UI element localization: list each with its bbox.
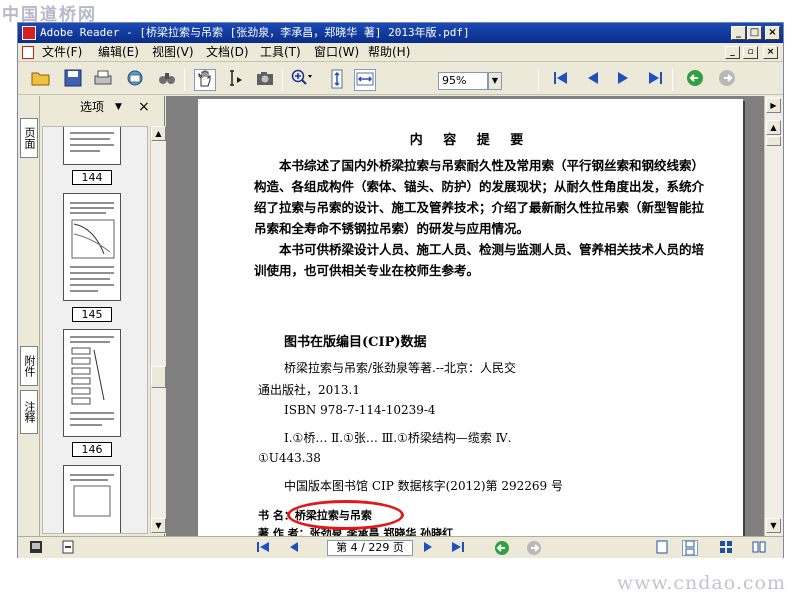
menu-bar: 文件(F) 编辑(E) 视图(V) 文档(D) 工具(T) 窗口(W) 帮助(H… [18, 43, 783, 62]
snapshot-camera-icon[interactable] [254, 69, 276, 91]
cip-line: 桥梁拉索与吊索/张劲泉等著.--北京：人民交 [284, 361, 516, 375]
toolbar-separator [538, 69, 539, 91]
display-mode-icon[interactable] [28, 540, 44, 556]
document-view[interactable]: 内 容 提 要 本书综述了国内外桥梁拉索与吊索耐久性及常用索（平行钢丝索和钢绞线… [166, 96, 764, 536]
status-go-back-icon[interactable] [494, 540, 510, 556]
cip-isbn: ISBN 978-7-114-10239-4 [284, 403, 436, 417]
email-icon[interactable] [124, 69, 146, 91]
doc-restore-button[interactable]: ▫ [743, 46, 758, 59]
doc-minimize-button[interactable]: _ [725, 46, 740, 59]
continuous-facing-view-icon[interactable] [751, 540, 767, 556]
menu-file[interactable]: 文件(F) [42, 43, 82, 62]
select-text-icon[interactable] [224, 69, 246, 91]
status-previous-page-icon[interactable] [286, 540, 302, 556]
go-back-icon[interactable] [684, 69, 706, 91]
thumbnail-list: 144 145 146 [42, 126, 148, 534]
thumbnail-page-number: 144 [72, 170, 112, 185]
fit-height-icon[interactable] [326, 69, 348, 91]
doc-close-button[interactable]: × [763, 46, 778, 59]
minimize-button[interactable]: _ [731, 26, 746, 40]
thumbnails-scrollbar[interactable]: ▲ ▼ [150, 126, 166, 534]
page-thumbnail[interactable] [63, 465, 121, 533]
print-icon[interactable] [92, 69, 114, 91]
single-page-view-icon[interactable] [654, 540, 670, 556]
open-folder-icon[interactable] [30, 69, 52, 91]
menu-edit[interactable]: 编辑(E) [98, 43, 139, 62]
tab-comments[interactable]: 注释 [20, 390, 38, 434]
panel-close-icon[interactable]: × [138, 96, 150, 118]
close-button[interactable]: × [765, 26, 780, 40]
split-arrow-icon[interactable]: ▶ [766, 98, 781, 113]
save-icon[interactable] [62, 69, 84, 91]
scroll-up-arrow-icon[interactable]: ▲ [151, 126, 166, 141]
page-thumbnail[interactable] [63, 127, 121, 165]
main-toolbar: − 95% ▼ + [18, 63, 783, 129]
cip-line: Ⅰ.①桥… Ⅱ.①张… Ⅲ.①桥梁结构—缆索 Ⅳ. [284, 431, 512, 445]
thumbnail-page-number: 145 [72, 307, 112, 322]
menu-window[interactable]: 窗口(W) [314, 43, 359, 62]
options-menu[interactable]: 选项 [80, 96, 104, 118]
first-page-icon[interactable] [550, 69, 572, 91]
cip-line: ①U443.38 [258, 451, 321, 465]
zoom-in-tool-icon[interactable] [290, 69, 312, 91]
reader-window: Adobe Reader - [桥梁拉索与吊索 [张劲泉，李承昌，郑晓华 著] … [17, 22, 784, 558]
page-number-field[interactable]: 第 4 / 229 页 [327, 540, 413, 556]
page-thumbnail[interactable] [63, 193, 121, 301]
thumbnails-panel: 选项 ▼ × 144 145 146 ▲ ▼ [40, 96, 166, 536]
summary-paragraph-1: 本书综述了国内外桥梁拉索与吊索耐久性及常用索（平行钢丝索和钢绞线索）构造、各组成… [254, 158, 705, 236]
next-page-icon[interactable] [612, 69, 634, 91]
toolbar-separator [282, 69, 283, 91]
last-page-icon[interactable] [644, 69, 666, 91]
cip-data-number: 中国版本图书馆 CIP 数据核字(2012)第 292269 号 [284, 479, 563, 493]
status-last-page-icon[interactable] [450, 540, 466, 556]
status-next-page-icon[interactable] [420, 540, 436, 556]
scroll-up-arrow-icon[interactable]: ▲ [766, 120, 781, 135]
cip-heading: 图书在版编目(CIP)数据 [284, 335, 427, 350]
status-first-page-icon[interactable] [255, 540, 271, 556]
document-scrollbar[interactable]: ▶ ▲ ▼ [764, 96, 782, 536]
facing-view-icon[interactable] [718, 540, 734, 556]
previous-page-icon[interactable] [582, 69, 604, 91]
fit-width-icon[interactable] [354, 69, 376, 91]
page-thumbnail[interactable] [63, 329, 121, 437]
zoom-dropdown-chevron-icon[interactable]: ▼ [488, 72, 502, 90]
continuous-view-icon[interactable] [682, 540, 698, 556]
adobe-reader-icon [22, 26, 36, 40]
tab-attachments[interactable]: 附件 [20, 346, 38, 386]
pdf-document-icon [22, 46, 34, 59]
cip-line: 通出版社，2013.1 [258, 383, 360, 397]
thumbnail-page-number: 146 [72, 442, 112, 457]
scroll-down-arrow-icon[interactable]: ▼ [766, 518, 781, 533]
menu-tools[interactable]: 工具(T) [260, 43, 301, 62]
search-binoculars-icon[interactable] [156, 69, 178, 91]
page-layout-icon[interactable] [60, 540, 76, 556]
tab-pages[interactable]: 页面 [20, 118, 38, 158]
panel-header: 选项 ▼ × [40, 96, 165, 118]
hand-tool-icon[interactable] [194, 69, 216, 91]
title-bar[interactable]: Adobe Reader - [桥梁拉索与吊索 [张劲泉，李承昌，郑晓华 著] … [18, 23, 783, 43]
scroll-thumb[interactable] [151, 366, 166, 388]
zoom-level-input[interactable]: 95% [438, 72, 488, 90]
scroll-down-arrow-icon[interactable]: ▼ [151, 518, 166, 533]
menu-document[interactable]: 文档(D) [206, 43, 249, 62]
summary-title: 内 容 提 要 [409, 133, 532, 148]
maximize-button[interactable]: □ [747, 26, 762, 40]
highlight-ellipse [287, 500, 404, 530]
summary-paragraph-2: 本书可供桥梁设计人员、施工人员、检测与监测人员、管养相关技术人员的培训使用，也可… [254, 242, 705, 278]
pdf-page: 内 容 提 要 本书综述了国内外桥梁拉索与吊索耐久性及常用索（平行钢丝索和钢绞线… [198, 99, 743, 536]
menu-view[interactable]: 视图(V) [152, 43, 194, 62]
options-chevron-down-icon[interactable]: ▼ [115, 96, 122, 118]
go-forward-icon[interactable] [716, 69, 738, 91]
navigation-tabs: 页面 附件 注释 [18, 96, 40, 536]
toolbar-separator [672, 69, 673, 91]
status-bar: 第 4 / 229 页 [18, 536, 783, 558]
status-go-forward-icon[interactable] [526, 540, 542, 556]
watermark-bottom: www.cndao.com [616, 572, 786, 594]
window-title: Adobe Reader - [桥梁拉索与吊索 [张劲泉，李承昌，郑晓华 著] … [40, 26, 470, 39]
toolbar-separator [184, 69, 185, 91]
menu-help[interactable]: 帮助(H) [368, 43, 410, 62]
scroll-thumb[interactable] [766, 136, 781, 146]
